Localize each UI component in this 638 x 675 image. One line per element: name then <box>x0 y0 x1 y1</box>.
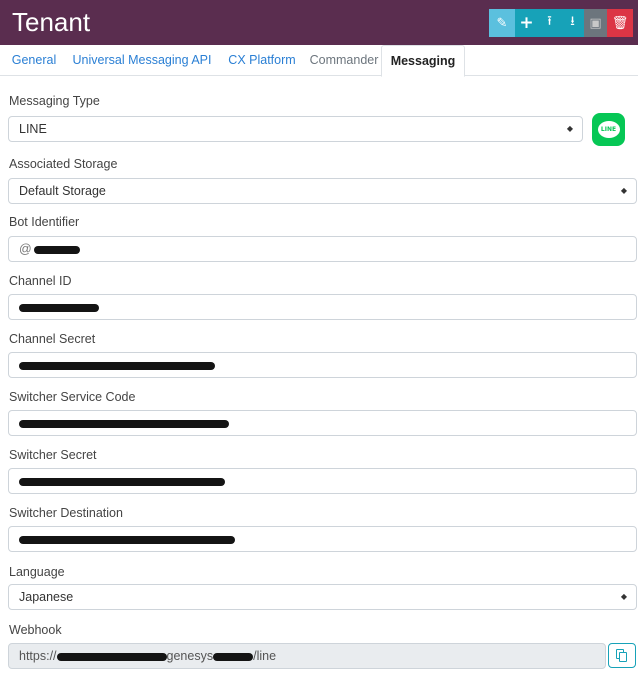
language-select[interactable]: Japanese ◆ <box>8 584 637 610</box>
webhook-middle: genesys <box>166 649 214 663</box>
select-caret-icon: ◆ <box>566 124 573 133</box>
webhook-input[interactable]: https:// genesys/line <box>8 643 606 669</box>
add-button[interactable]: + <box>515 9 538 37</box>
switcher-secret-input[interactable] <box>8 468 637 494</box>
tab-universal-messaging-api[interactable]: Universal Messaging API <box>68 45 216 76</box>
switcher-destination-input[interactable] <box>8 526 637 552</box>
associated-storage-select[interactable]: Default Storage ◆ <box>8 178 637 204</box>
redacted-value <box>213 652 254 661</box>
channel-id-input[interactable] <box>8 294 637 320</box>
download-icon: ⭳ <box>570 14 575 29</box>
tab-cx-platform[interactable]: CX Platform <box>220 45 304 76</box>
copy-icon <box>615 648 629 663</box>
plus-icon: + <box>519 13 534 33</box>
language-value: Japanese <box>19 590 74 604</box>
tab-commander[interactable]: Commander <box>308 45 380 76</box>
webhook-suffix: /line <box>253 649 277 663</box>
messaging-type-label: Messaging Type <box>9 94 100 108</box>
tab-general[interactable]: General <box>4 45 64 76</box>
toolbar: ✎ + ⭱ ⭳ ▣ 🗑 <box>489 9 633 37</box>
pencil-icon: ✎ <box>496 15 508 31</box>
webhook-prefix: https:// <box>19 649 57 663</box>
switcher-destination-label: Switcher Destination <box>9 506 123 520</box>
edit-button[interactable]: ✎ <box>489 9 515 37</box>
webhook-label: Webhook <box>9 623 62 637</box>
messaging-type-select[interactable]: LINE ◆ <box>8 116 583 142</box>
select-caret-icon: ◆ <box>620 592 627 601</box>
redacted-value <box>19 419 229 428</box>
page-title: Tenant <box>12 7 91 37</box>
line-bubble-icon: LINE <box>597 121 620 138</box>
tab-messaging[interactable]: Messaging <box>381 45 465 77</box>
redacted-value <box>56 652 167 661</box>
associated-storage-value: Default Storage <box>19 184 106 198</box>
redacted-value <box>19 303 99 312</box>
save-icon: ▣ <box>589 15 602 31</box>
channel-id-label: Channel ID <box>9 274 72 288</box>
redacted-value <box>19 535 235 544</box>
associated-storage-label: Associated Storage <box>9 157 118 171</box>
language-label: Language <box>9 565 65 579</box>
channel-secret-input[interactable] <box>8 352 637 378</box>
delete-button[interactable]: 🗑 <box>607 9 633 37</box>
bot-identifier-input[interactable]: @ <box>8 236 637 262</box>
copy-webhook-button[interactable] <box>608 643 636 668</box>
bot-identifier-label: Bot Identifier <box>9 215 80 229</box>
switcher-secret-label: Switcher Secret <box>9 448 97 462</box>
upload-button[interactable]: ⭱ <box>538 9 561 37</box>
messaging-type-value: LINE <box>19 122 47 136</box>
trash-icon: 🗑 <box>611 15 629 31</box>
channel-secret-label: Channel Secret <box>9 332 96 346</box>
download-button[interactable]: ⭳ <box>561 9 584 37</box>
switcher-service-code-input[interactable] <box>8 410 637 436</box>
upload-icon: ⭱ <box>547 14 552 29</box>
redacted-value <box>33 245 80 254</box>
line-logo: LINE <box>592 113 625 146</box>
select-caret-icon: ◆ <box>620 186 627 195</box>
redacted-value <box>19 361 215 370</box>
redacted-value <box>19 477 225 486</box>
save-button[interactable]: ▣ <box>584 9 607 37</box>
tab-bar: General Universal Messaging API CX Platf… <box>0 45 638 77</box>
switcher-service-code-label: Switcher Service Code <box>9 390 136 404</box>
page-header: Tenant ✎ + ⭱ ⭳ ▣ 🗑 <box>0 0 638 45</box>
bot-identifier-prefix: @ <box>19 242 32 256</box>
